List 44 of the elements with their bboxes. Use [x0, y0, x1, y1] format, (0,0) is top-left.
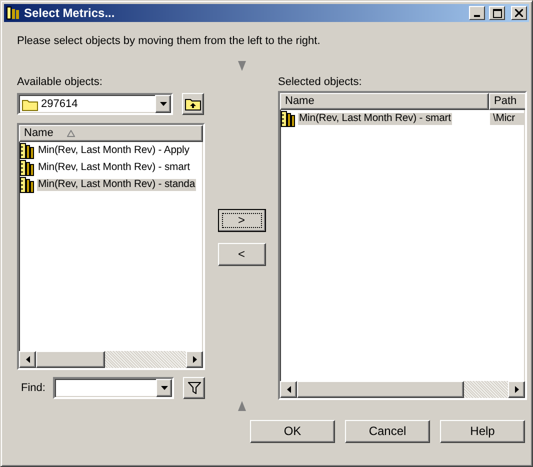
- maximize-icon: [492, 8, 502, 18]
- dialog-button[interactable]: Cancel: [345, 420, 430, 444]
- folder-icon: [22, 98, 38, 111]
- dialog-button[interactable]: Help: [440, 420, 525, 444]
- right-arrow-icon: [192, 356, 196, 364]
- available-objects-label: Available objects:: [17, 76, 104, 90]
- close-button[interactable]: [511, 6, 527, 20]
- dropdown-arrow-icon: [160, 386, 168, 390]
- metric-icon: [20, 142, 34, 159]
- horizontal-scrollbar[interactable]: [19, 351, 203, 368]
- list-item[interactable]: Min(Rev, Last Month Rev) - smart: [19, 159, 203, 176]
- instruction-text: Please select objects by moving them from the left to the right.: [17, 35, 322, 48]
- folder-name: 297614: [41, 98, 78, 111]
- horizontal-scrollbar[interactable]: [280, 381, 525, 398]
- left-arrow-icon: [286, 386, 290, 394]
- metric-icon: [6, 6, 20, 20]
- folder-up-icon: [185, 97, 201, 112]
- move-button[interactable]: >: [218, 209, 266, 232]
- right-arrow-icon: [514, 386, 518, 394]
- down-arrow-icon: [238, 61, 246, 72]
- column-header[interactable]: Name: [280, 93, 489, 110]
- find-label: Find:: [21, 382, 44, 395]
- selected-objects-label: Selected objects:: [278, 76, 363, 90]
- folder-dropdown[interactable]: 297614: [17, 93, 173, 116]
- parent-folder-button[interactable]: [182, 93, 204, 116]
- maximize-button[interactable]: [489, 6, 505, 20]
- metric-icon: [20, 160, 34, 176]
- window-title: Select Metrics...: [24, 6, 116, 20]
- path-cell: \Micr: [490, 112, 525, 126]
- dialog-button[interactable]: OK: [250, 420, 335, 444]
- column-header[interactable]: Name: [19, 125, 203, 142]
- filter-button[interactable]: [183, 377, 205, 400]
- metric-icon: [20, 176, 34, 193]
- column-header[interactable]: Path: [489, 93, 525, 110]
- find-field[interactable]: [53, 377, 174, 400]
- close-icon: [515, 9, 523, 17]
- move-button[interactable]: <: [218, 243, 266, 266]
- filter-icon: [188, 382, 201, 394]
- list-item[interactable]: Min(Rev, Last Month Rev) - Apply: [19, 142, 203, 160]
- metric-icon: [281, 110, 295, 127]
- minimize-button[interactable]: [469, 6, 485, 20]
- up-arrow-icon: [238, 401, 246, 412]
- list-item[interactable]: Min(Rev, Last Month Rev) - smart: [298, 112, 452, 126]
- left-arrow-icon: [26, 356, 30, 364]
